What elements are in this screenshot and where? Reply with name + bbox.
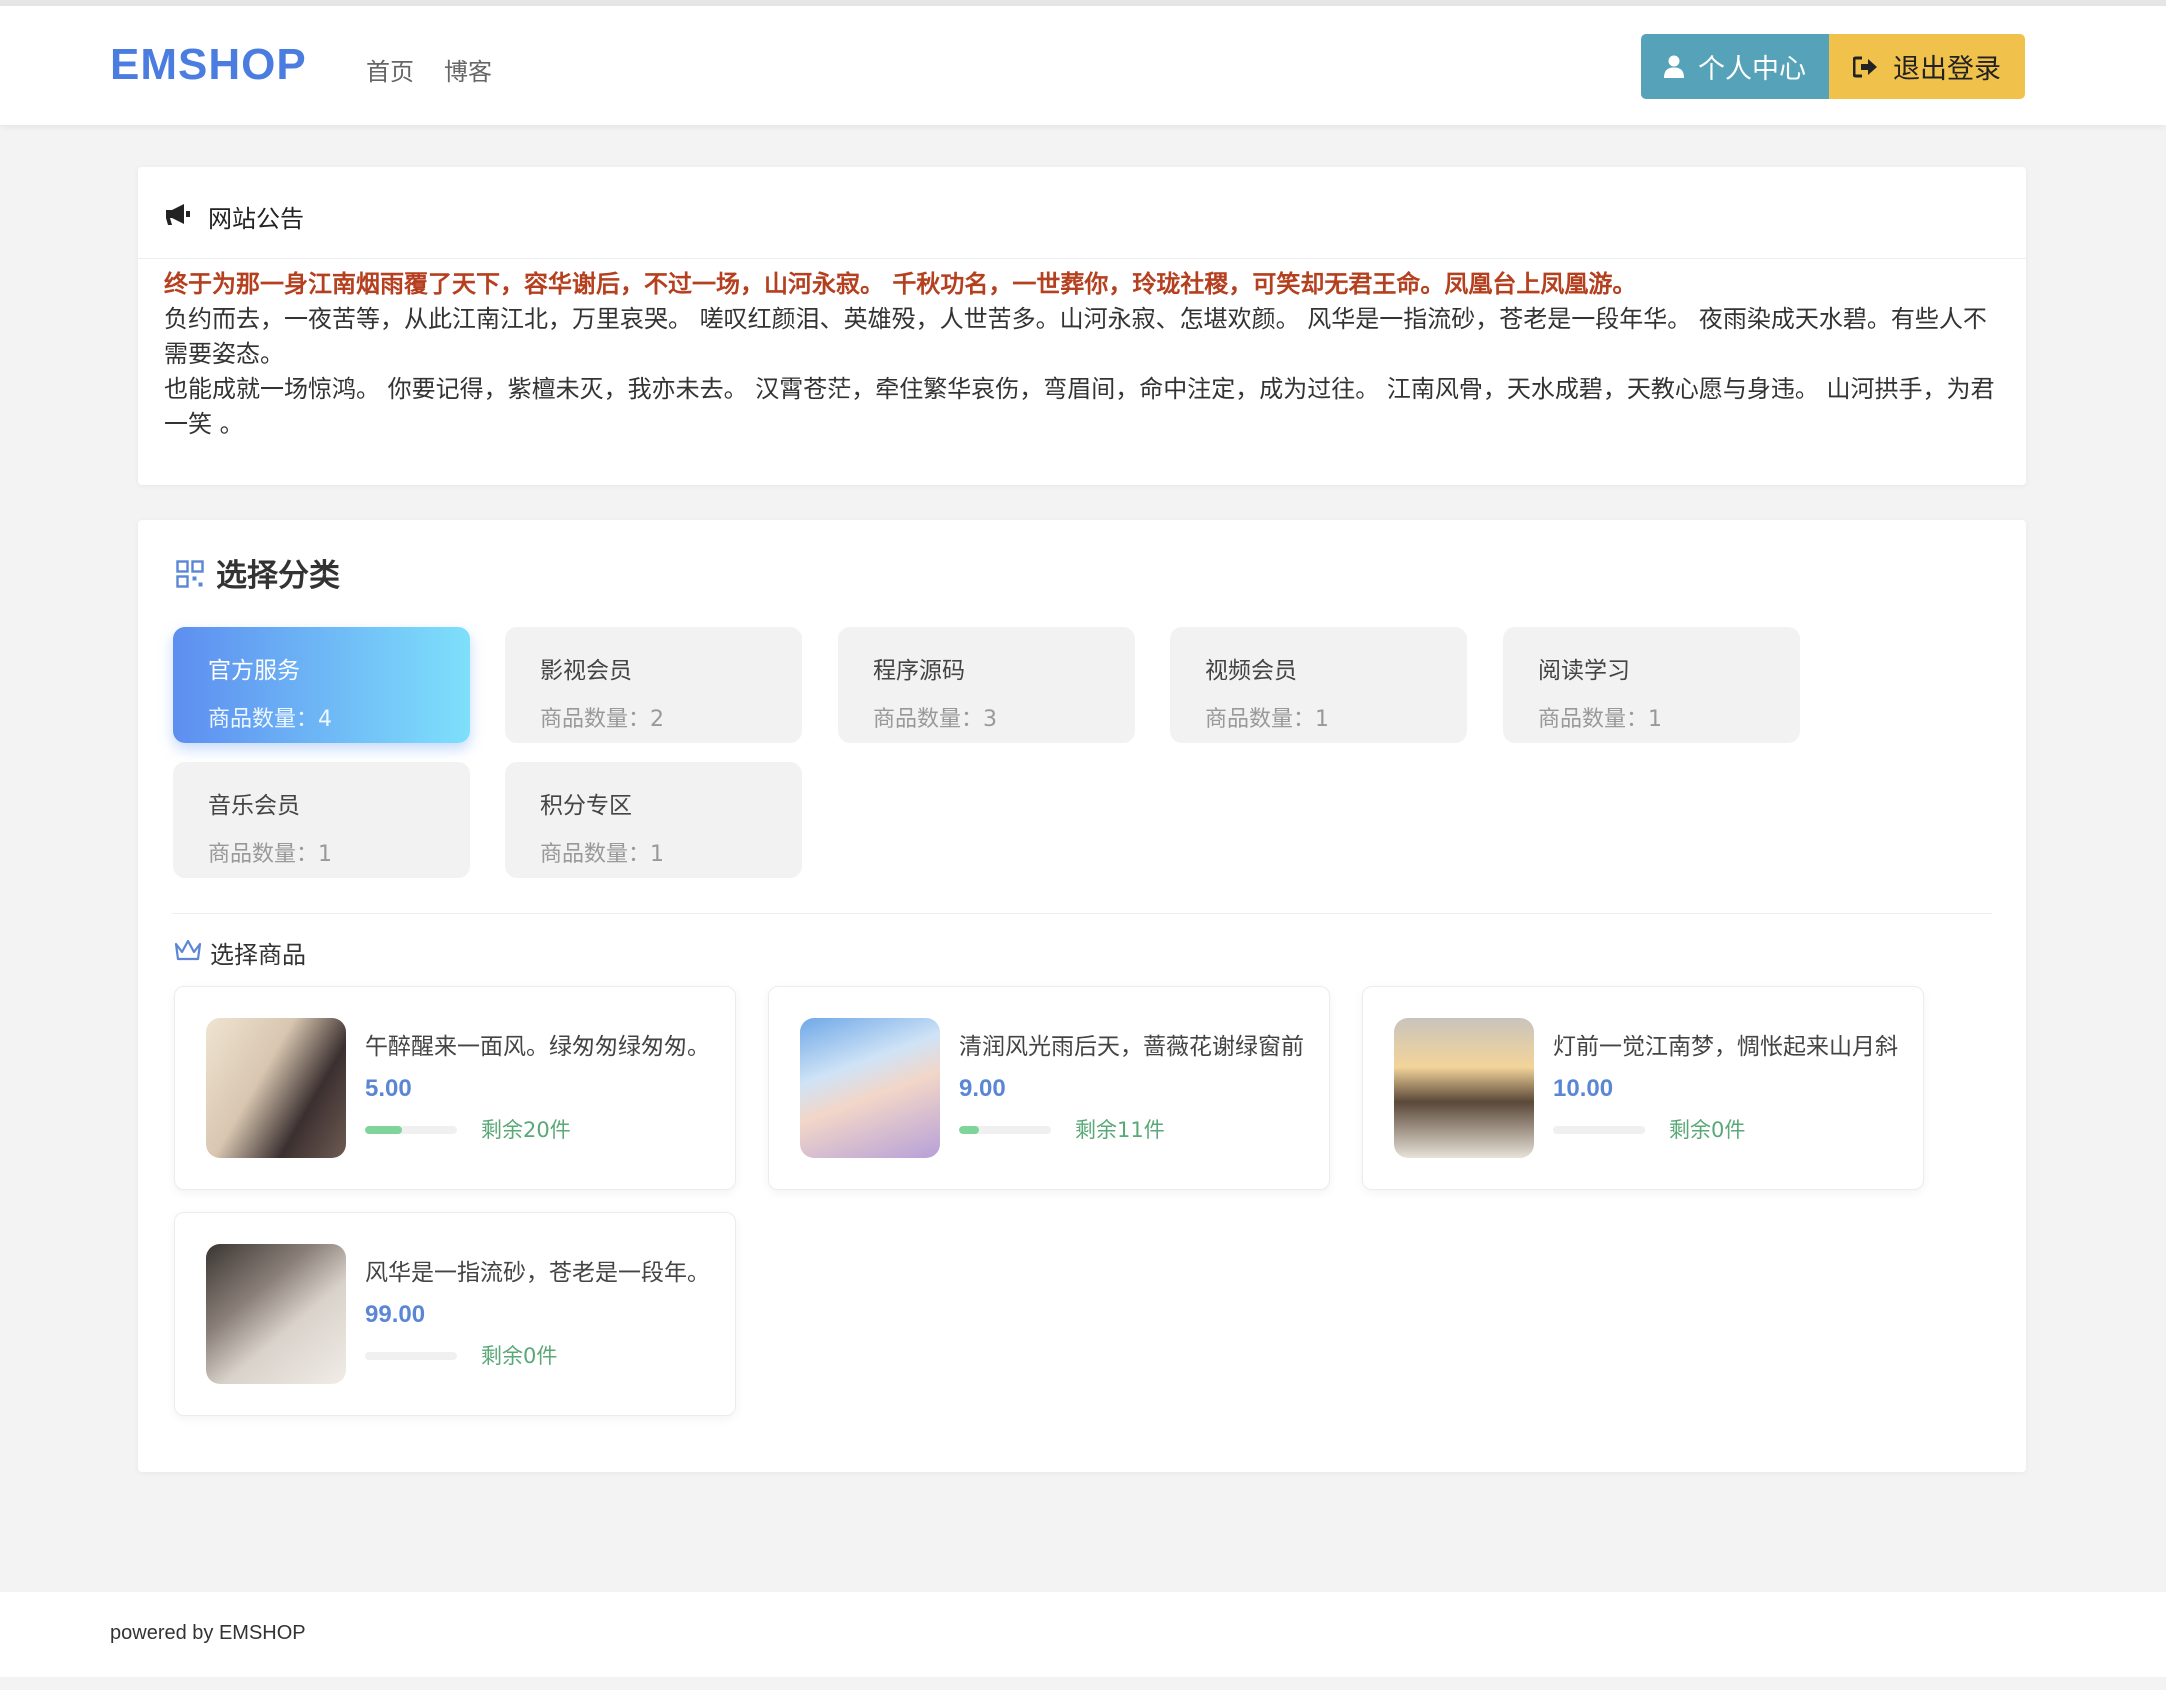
product-stock: 剩余0件 — [1669, 1118, 1746, 1142]
product-card[interactable]: 风华是一指流砂，苍老是一段年。 99.00 剩余0件 — [174, 1212, 736, 1416]
announcement-card: 网站公告 终于为那一身江南烟雨覆了天下，容华谢后，不过一场，山河永寂。 千秋功名… — [138, 167, 2026, 485]
navbar: EMSHOP 首页 博客 个人中心 退出登录 — [0, 6, 2166, 125]
product-stock: 剩余20件 — [481, 1118, 571, 1142]
nav-home-link[interactable]: 首页 — [366, 52, 414, 87]
user-center-button[interactable]: 个人中心 — [1641, 34, 1829, 99]
product-image — [1394, 1018, 1534, 1158]
category-count: 商品数量：1 — [208, 842, 332, 867]
nav-blog-link[interactable]: 博客 — [444, 52, 492, 87]
product-name: 清润风光雨后天，蔷薇花谢绿窗前 — [959, 1034, 1304, 1060]
product-stock: 剩余11件 — [1075, 1118, 1165, 1142]
product-name: 灯前一觉江南梦，惆怅起来山月斜 — [1553, 1034, 1898, 1060]
user-icon — [1664, 55, 1684, 79]
product-price: 5.00 — [365, 1075, 412, 1102]
footer: powered by EMSHOP — [0, 1592, 2166, 1677]
category-count: 商品数量：1 — [1538, 707, 1662, 732]
bullhorn-icon — [164, 202, 192, 230]
footer-text: powered by EMSHOP — [110, 1622, 306, 1644]
goods-section-title: 选择商品 — [210, 941, 306, 969]
category-name: 官方服务 — [208, 658, 300, 684]
product-name: 午醉醒来一面风。绿匆匆绿匆匆。 — [365, 1034, 710, 1060]
product-card[interactable]: 午醉醒来一面风。绿匆匆绿匆匆。 5.00 剩余20件 — [174, 986, 736, 1190]
product-price: 9.00 — [959, 1075, 1006, 1102]
category-source-code[interactable]: 程序源码 商品数量：3 — [838, 627, 1135, 743]
sign-out-icon — [1853, 55, 1879, 79]
category-section-title: 选择分类 — [216, 558, 340, 594]
product-card[interactable]: 灯前一觉江南梦，惆怅起来山月斜 10.00 剩余0件 — [1362, 986, 1924, 1190]
stock-progress-bar — [1553, 1126, 1645, 1134]
announcement-line: 负约而去，一夜苦等，从此江南江北，万里哀哭。 嗟叹红颜泪、英雄殁，人世苦多。山河… — [164, 305, 1987, 368]
product-image — [206, 1018, 346, 1158]
product-card[interactable]: 清润风光雨后天，蔷薇花谢绿窗前 9.00 剩余11件 — [768, 986, 1330, 1190]
stock-progress-fill — [959, 1126, 980, 1134]
logout-label: 退出登录 — [1893, 54, 2001, 85]
section-divider — [172, 913, 1992, 914]
category-video-vip[interactable]: 影视会员 商品数量：2 — [505, 627, 802, 743]
stock-progress-fill — [365, 1126, 402, 1134]
brand-logo[interactable]: EMSHOP — [110, 40, 307, 90]
category-reading[interactable]: 阅读学习 商品数量：1 — [1503, 627, 1800, 743]
category-count: 商品数量：2 — [540, 707, 664, 732]
category-name: 阅读学习 — [1538, 658, 1630, 684]
category-name: 视频会员 — [1205, 658, 1297, 684]
stock-progress-bar — [959, 1126, 1051, 1134]
category-name: 积分专区 — [540, 793, 632, 819]
category-name: 程序源码 — [873, 658, 965, 684]
product-name: 风华是一指流砂，苍老是一段年。 — [365, 1260, 710, 1286]
crown-icon — [173, 938, 203, 966]
product-price: 99.00 — [365, 1301, 426, 1328]
stock-progress-bar — [365, 1126, 457, 1134]
category-points-zone[interactable]: 积分专区 商品数量：1 — [505, 762, 802, 878]
announcement-header: 网站公告 — [138, 167, 2026, 259]
category-music-vip[interactable]: 音乐会员 商品数量：1 — [173, 762, 470, 878]
category-name: 音乐会员 — [208, 793, 300, 819]
announcement-highlight: 终于为那一身江南烟雨覆了天下，容华谢后，不过一场，山河永寂。 千秋功名，一世葬你… — [164, 270, 1637, 298]
product-stock: 剩余0件 — [481, 1344, 558, 1368]
category-count: 商品数量：4 — [208, 707, 332, 732]
category-video-member[interactable]: 视频会员 商品数量：1 — [1170, 627, 1467, 743]
announcement-body: 终于为那一身江南烟雨覆了天下，容华谢后，不过一场，山河永寂。 千秋功名，一世葬你… — [164, 267, 2000, 442]
category-official-service[interactable]: 官方服务 商品数量：4 — [173, 627, 470, 743]
category-panel: 选择分类 官方服务 商品数量：4 影视会员 商品数量：2 程序源码 商品数量：3… — [138, 520, 2026, 1472]
product-image — [206, 1244, 346, 1384]
category-count: 商品数量：1 — [1205, 707, 1329, 732]
category-name: 影视会员 — [540, 658, 632, 684]
product-price: 10.00 — [1553, 1075, 1614, 1102]
category-count: 商品数量：3 — [873, 707, 997, 732]
product-image — [800, 1018, 940, 1158]
announcement-line: 也能成就一场惊鸿。 你要记得，紫檀未灭，我亦未去。 汉霄苍茫，牵住繁华哀伤，弯眉… — [164, 375, 1995, 438]
logout-button[interactable]: 退出登录 — [1829, 34, 2025, 99]
category-count: 商品数量：1 — [540, 842, 664, 867]
announcement-title: 网站公告 — [208, 205, 304, 233]
stock-progress-bar — [365, 1352, 457, 1360]
user-center-label: 个人中心 — [1698, 54, 1806, 85]
grid-icon — [176, 560, 204, 592]
